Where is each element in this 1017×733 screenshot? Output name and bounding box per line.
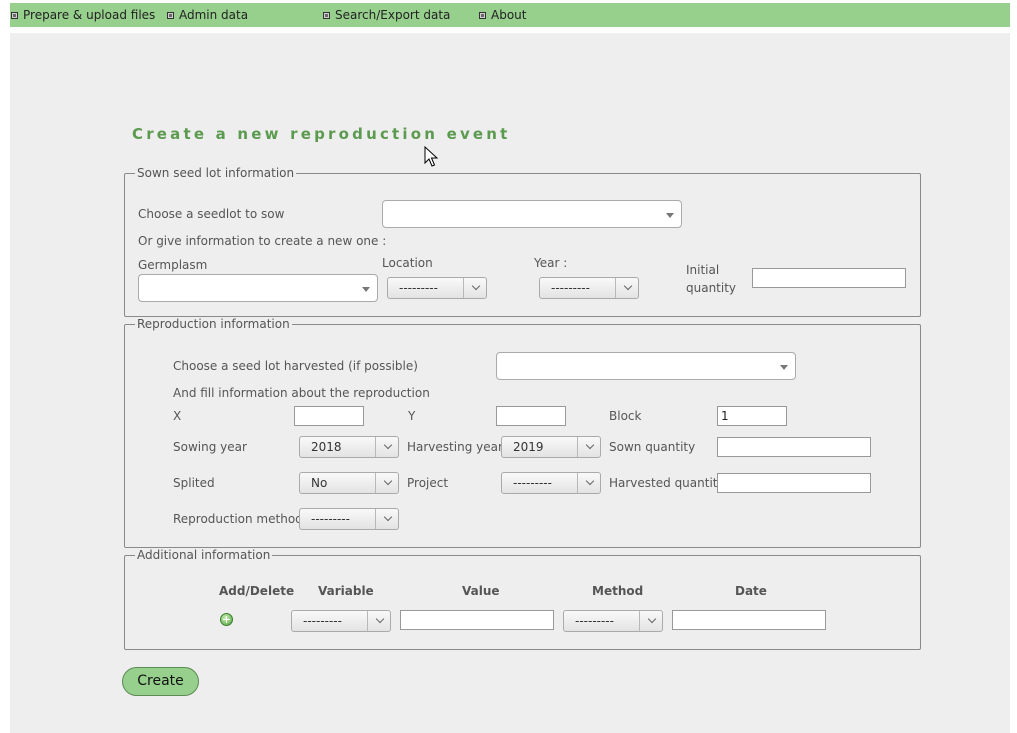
germplasm-label: Germplasm	[138, 258, 208, 272]
caret-down-icon	[362, 287, 370, 292]
initial-quantity-label: Initial	[686, 263, 720, 277]
sowing-year-value: 2018	[311, 440, 342, 454]
choose-seedlot-select[interactable]	[382, 200, 682, 228]
chevron-down-icon	[383, 476, 393, 486]
menu-item-search-export[interactable]: Search/Export data	[323, 8, 450, 22]
square-bullet-icon	[167, 11, 174, 19]
chevron-down-icon	[585, 440, 595, 450]
location-select[interactable]: ---------	[387, 277, 487, 299]
sowing-year-label: Sowing year	[173, 440, 247, 454]
square-bullet-icon	[479, 11, 486, 19]
additional-info-legend: Additional information	[137, 548, 271, 562]
project-value: ---------	[513, 476, 552, 490]
square-bullet-icon	[11, 11, 18, 19]
menu-item-admin-data[interactable]: Admin data	[167, 8, 248, 22]
chevron-down-icon	[471, 281, 481, 291]
splited-value: No	[311, 476, 328, 490]
method-select[interactable]: ---------	[563, 610, 663, 632]
page-title: Create a new reproduction event	[132, 125, 511, 143]
method-header: Method	[592, 584, 644, 598]
harvested-quantity-label: Harvested quantity	[609, 476, 725, 490]
initial-quantity-input[interactable]	[752, 268, 906, 288]
add-circle-icon[interactable]	[220, 613, 233, 626]
project-label: Project	[407, 476, 449, 490]
harvesting-year-select[interactable]: 2019	[501, 436, 601, 458]
splited-select[interactable]: No	[299, 472, 399, 494]
add-delete-header: Add/Delete	[219, 584, 295, 598]
y-input[interactable]	[496, 406, 566, 426]
variable-header: Variable	[318, 584, 374, 598]
harvested-seedlot-select[interactable]	[496, 352, 796, 380]
sown-quantity-input[interactable]	[717, 437, 871, 457]
harvested-seedlot-label: Choose a seed lot harvested (if possible…	[173, 359, 418, 373]
chevron-down-icon	[585, 476, 595, 486]
caret-down-icon	[780, 365, 788, 370]
date-header: Date	[735, 584, 767, 598]
additional-info-fieldset: Additional information	[124, 548, 921, 650]
location-label: Location	[382, 256, 433, 270]
germplasm-select[interactable]	[138, 274, 378, 302]
chevron-down-icon	[375, 614, 385, 624]
reproduction-method-select[interactable]: ---------	[299, 508, 399, 530]
sown-quantity-label: Sown quantity	[609, 440, 696, 454]
year-select[interactable]: ---------	[539, 277, 639, 299]
y-label: Y	[408, 409, 416, 423]
location-select-value: ---------	[399, 281, 438, 295]
sowing-year-select[interactable]: 2018	[299, 436, 399, 458]
harvested-quantity-input[interactable]	[717, 473, 871, 493]
x-label: X	[173, 409, 182, 423]
chevron-down-icon	[383, 440, 393, 450]
chevron-down-icon	[623, 281, 633, 291]
splited-label: Splited	[173, 476, 215, 490]
block-label: Block	[609, 409, 642, 423]
menu-item-about[interactable]: About	[479, 8, 526, 22]
harvesting-year-label: Harvesting year	[407, 440, 503, 454]
value-input[interactable]	[400, 610, 554, 630]
value-header: Value	[462, 584, 500, 598]
or-create-new-text: Or give information to create a new one …	[138, 234, 387, 248]
year-label: Year :	[534, 256, 568, 270]
reproduction-method-value: ---------	[311, 512, 350, 526]
harvesting-year-value: 2019	[513, 440, 544, 454]
date-input[interactable]	[672, 610, 826, 630]
choose-seedlot-label: Choose a seedlot to sow	[138, 207, 285, 221]
x-input[interactable]	[294, 406, 364, 426]
menu-item-prepare-upload[interactable]: Prepare & upload files	[11, 8, 155, 22]
variable-select[interactable]: ---------	[291, 610, 391, 632]
reproduction-legend: Reproduction information	[137, 317, 290, 331]
square-bullet-icon	[323, 11, 330, 19]
variable-select-value: ---------	[303, 614, 342, 628]
reproduction-method-label: Reproduction method	[173, 512, 303, 526]
chevron-down-icon	[647, 614, 657, 624]
create-button[interactable]: Create	[122, 667, 199, 696]
menu-bar: Prepare & upload files Admin data Search…	[10, 3, 1010, 27]
method-select-value: ---------	[575, 614, 614, 628]
caret-down-icon	[666, 213, 674, 218]
initial-quantity-label-2: quantity	[686, 281, 737, 295]
project-select[interactable]: ---------	[501, 472, 601, 494]
fill-info-text: And fill information about the reproduct…	[173, 386, 430, 400]
block-input[interactable]	[717, 406, 787, 426]
chevron-down-icon	[383, 512, 393, 522]
sown-seed-lot-legend: Sown seed lot information	[137, 166, 295, 180]
year-select-value: ---------	[551, 281, 590, 295]
mouse-pointer-icon	[424, 146, 438, 167]
